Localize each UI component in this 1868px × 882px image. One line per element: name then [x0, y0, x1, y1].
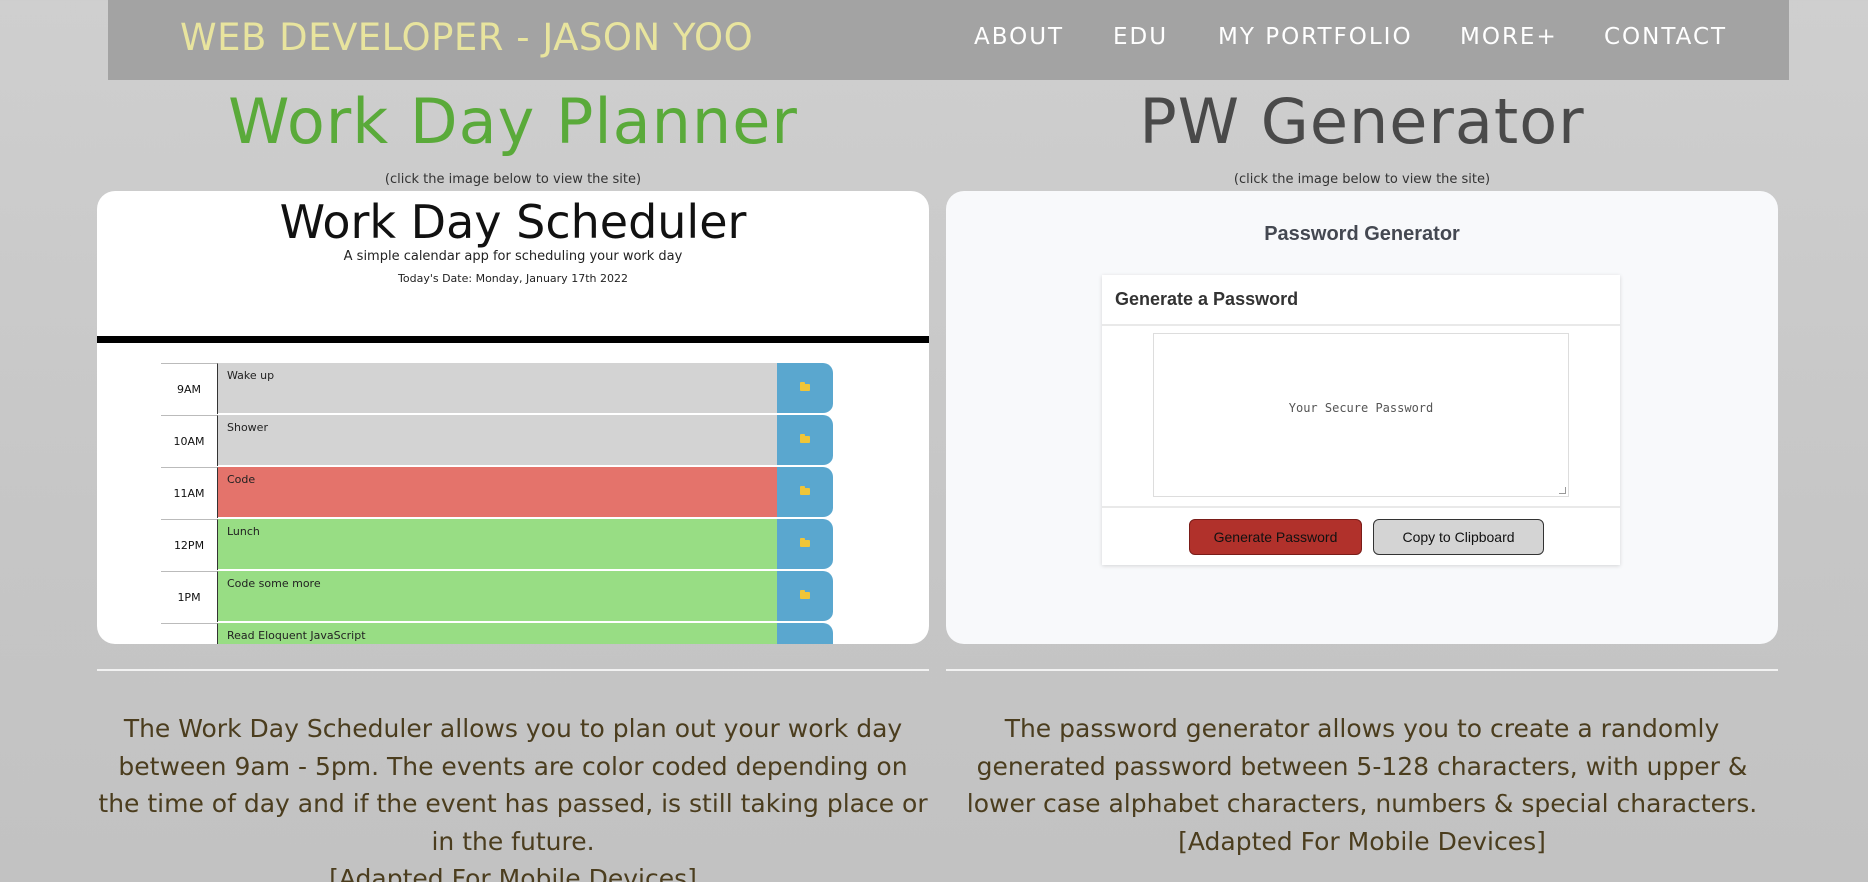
nav-contact[interactable]: CONTACT: [1604, 24, 1727, 50]
project-title-pwgen: PW Generator: [1139, 85, 1585, 158]
folder-icon: [800, 434, 810, 443]
project-hint-planner: (click the image below to view the site): [384, 172, 642, 187]
event-text: Lunch: [218, 519, 777, 570]
navbar: WEB DEVELOPER - JASON YOO ABOUT EDU MY P…: [108, 0, 1789, 80]
nav-more[interactable]: MORE+: [1460, 24, 1558, 50]
hour-label: 10AM: [161, 415, 218, 466]
project-title-planner: Work Day Planner: [228, 85, 798, 158]
site-brand[interactable]: WEB DEVELOPER - JASON YOO: [180, 16, 753, 59]
pwgen-heading: Password Generator: [1264, 223, 1460, 245]
time-block: 10AM Shower: [161, 415, 833, 466]
description-text: The Work Day Scheduler allows you to pla…: [98, 714, 928, 856]
mobile-note: [Adapted For Mobile Devices]: [329, 864, 697, 882]
save-button: [777, 571, 833, 622]
save-button: [777, 363, 833, 414]
project-hint-pwgen: (click the image below to view the site): [1233, 172, 1491, 187]
nav-portfolio[interactable]: MY PORTFOLIO: [1218, 24, 1413, 50]
description-text: The password generator allows you to cre…: [966, 714, 1758, 818]
time-block: 1PM Code some more: [161, 571, 833, 622]
nav-about[interactable]: ABOUT: [974, 24, 1064, 50]
pwgen-card-header: Generate a Password: [1102, 275, 1620, 326]
save-button: [777, 467, 833, 518]
password-output: Your Secure Password: [1153, 333, 1569, 497]
nav-edu[interactable]: EDU: [1113, 24, 1168, 50]
event-text: Shower: [218, 415, 777, 466]
project-description-pwgen: The password generator allows you to cre…: [946, 710, 1778, 860]
folder-icon: [800, 538, 810, 547]
section-divider: [946, 669, 1778, 671]
scheduler-divider: [97, 336, 929, 343]
time-block: 12PM Lunch: [161, 519, 833, 570]
time-block: 11AM Code: [161, 467, 833, 518]
event-text: Read Eloquent JavaScript: [218, 623, 777, 644]
event-text: Wake up: [218, 363, 777, 414]
save-button: [777, 519, 833, 570]
folder-icon: [800, 382, 810, 391]
generate-password-button: Generate Password: [1189, 519, 1362, 555]
resize-handle-icon: [1559, 487, 1566, 494]
event-text: Code: [218, 467, 777, 518]
password-placeholder: Your Secure Password: [1288, 401, 1434, 415]
save-button: [777, 415, 833, 466]
scheduler-subtitle: A simple calendar app for scheduling you…: [343, 249, 683, 264]
mobile-note: [Adapted For Mobile Devices]: [1178, 826, 1546, 856]
scheduler-date: Today's Date: Monday, January 17th 2022: [398, 272, 628, 285]
event-text: Code some more: [218, 571, 777, 622]
scheduler-title: Work Day Scheduler: [279, 195, 747, 249]
planner-screenshot-link[interactable]: Work Day Scheduler A simple calendar app…: [97, 191, 929, 644]
hour-label: 12PM: [161, 519, 218, 570]
project-description-planner: The Work Day Scheduler allows you to pla…: [97, 710, 929, 882]
hour-label: [161, 623, 218, 644]
pwgen-card: Generate a Password Your Secure Password…: [1102, 275, 1620, 565]
pwgen-screenshot-link[interactable]: Password Generator Generate a Password Y…: [946, 191, 1778, 644]
hour-label: 1PM: [161, 571, 218, 622]
folder-icon: [800, 590, 810, 599]
folder-icon: [800, 486, 810, 495]
pwgen-card-footer-line: [1102, 506, 1620, 508]
hour-label: 11AM: [161, 467, 218, 518]
time-block: 9AM Wake up: [161, 363, 833, 414]
time-block: Read Eloquent JavaScript: [161, 623, 833, 644]
hour-label: 9AM: [161, 363, 218, 414]
save-button: [777, 623, 833, 644]
copy-clipboard-button: Copy to Clipboard: [1373, 519, 1544, 555]
pwgen-card-title: Generate a Password: [1115, 289, 1299, 309]
section-divider: [97, 669, 929, 671]
